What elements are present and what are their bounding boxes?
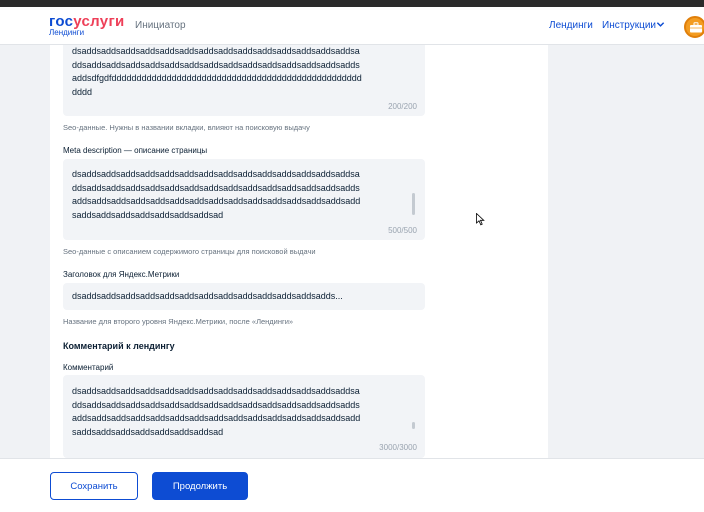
- seo-title-text: dsaddsaddsaddsaddsaddsaddsaddsaddsaddsad…: [72, 46, 362, 97]
- meta-description-counter: 500/500: [388, 226, 417, 235]
- continue-button[interactable]: Продолжить: [152, 472, 248, 500]
- seo-title-textarea[interactable]: dsaddsaddsaddsaddsaddsaddsaddsaddsaddsad…: [63, 45, 425, 116]
- comment-counter: 3000/3000: [379, 443, 417, 452]
- comment-scrollbar[interactable]: [412, 422, 415, 429]
- briefcase-icon: [690, 22, 702, 33]
- seo-title-counter: 200/200: [388, 102, 417, 111]
- metrika-title-value: dsaddsaddsaddsaddsaddsaddsaddsaddsaddsad…: [72, 291, 343, 301]
- logo-subtitle: Лендинги: [49, 28, 85, 37]
- meta-description-hint: Seo-данные с описанием содержимого стран…: [63, 247, 316, 256]
- form-footer: Сохранить Продолжить: [0, 458, 704, 512]
- comment-section-title: Комментарий к лендингу: [63, 341, 175, 351]
- comment-label: Комментарий: [63, 363, 114, 372]
- app-header: госуслуги Лендинги Инициатор Лендинги Ин…: [0, 7, 704, 45]
- comment-text: dsaddsaddsaddsaddsaddsaddsaddsaddsaddsad…: [72, 386, 361, 437]
- meta-description-scrollbar[interactable]: [412, 193, 415, 215]
- meta-description-text: dsaddsaddsaddsaddsaddsaddsaddsaddsaddsad…: [72, 169, 361, 220]
- chevron-down-icon[interactable]: [656, 20, 665, 29]
- nav-landings[interactable]: Лендинги: [549, 20, 593, 31]
- user-avatar[interactable]: [684, 16, 704, 38]
- comment-textarea[interactable]: dsaddsaddsaddsaddsaddsaddsaddsaddsaddsad…: [63, 375, 425, 458]
- meta-description-label: Meta description — описание страницы: [63, 146, 208, 155]
- nav-instructions[interactable]: Инструкции: [602, 20, 656, 31]
- meta-description-textarea[interactable]: dsaddsaddsaddsaddsaddsaddsaddsaddsaddsad…: [63, 159, 425, 240]
- landing-form-card: dsaddsaddsaddsaddsaddsaddsaddsaddsaddsad…: [50, 45, 548, 458]
- save-button[interactable]: Сохранить: [50, 472, 138, 500]
- user-role: Инициатор: [135, 20, 186, 31]
- seo-title-hint: Seo-данные. Нужны в названии вкладки, вл…: [63, 123, 310, 132]
- browser-top-strip: [0, 0, 704, 7]
- mouse-cursor-icon: [476, 213, 485, 226]
- metrika-title-input[interactable]: dsaddsaddsaddsaddsaddsaddsaddsaddsaddsad…: [63, 283, 425, 310]
- metrika-title-hint: Название для второго уровня Яндекс.Метри…: [63, 317, 294, 326]
- metrika-title-label: Заголовок для Яндекс.Метрики: [63, 270, 180, 279]
